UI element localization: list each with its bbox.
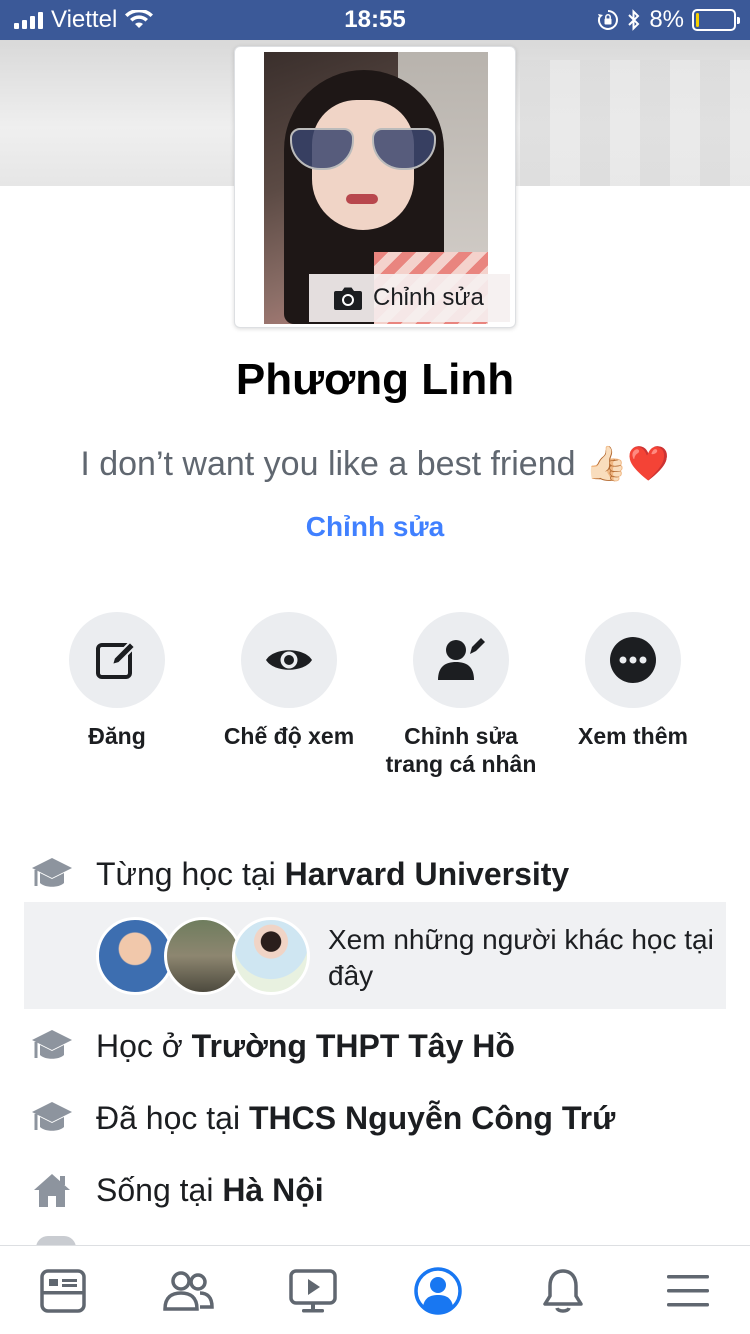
post-action[interactable]: Đăng	[32, 612, 202, 778]
edit-photo-label: Chỉnh sửa	[373, 284, 484, 311]
battery-icon	[692, 9, 740, 31]
view-as-label: Chế độ xem	[223, 723, 355, 749]
info-row-thpt[interactable]: Học ở Trường THPT Tây Hồ	[30, 1026, 515, 1066]
news-feed-icon	[39, 1269, 86, 1313]
edit-profile-action[interactable]: Chỉnh sửa trang cá nhân	[376, 612, 546, 778]
graduation-cap-icon	[30, 854, 74, 894]
info-lives-value[interactable]: Hà Nội	[222, 1172, 323, 1209]
avatar	[96, 917, 174, 995]
eye-icon	[266, 650, 312, 670]
avatar	[232, 917, 310, 995]
profile-actions: Đăng Chế độ xem Chỉnh sửa trang cá nhân	[32, 612, 718, 778]
edit-bio-link[interactable]: Chỉnh sửa	[0, 511, 750, 543]
nav-news-feed[interactable]	[23, 1256, 103, 1326]
info-row-lives[interactable]: Sống tại Hà Nội	[30, 1170, 324, 1210]
bluetooth-icon	[628, 9, 640, 31]
battery-fill	[696, 13, 699, 27]
wifi-icon	[125, 10, 154, 28]
watch-icon	[288, 1269, 337, 1313]
notifications-icon	[542, 1269, 583, 1313]
menu-icon	[666, 1275, 709, 1307]
status-left: Viettel	[14, 6, 154, 34]
carrier-label: Viettel	[51, 6, 118, 33]
status-right: 8%	[597, 6, 740, 34]
info-row-thcs[interactable]: Đã học tại THCS Nguyễn Công Trứ	[30, 1098, 615, 1138]
compose-icon	[96, 640, 137, 679]
classmate-avatars	[96, 917, 316, 997]
rotation-lock-icon	[598, 10, 619, 30]
view-as-action[interactable]: Chế độ xem	[204, 612, 374, 778]
nav-watch[interactable]	[273, 1256, 353, 1326]
info-harvard-value[interactable]: Harvard University	[285, 856, 570, 893]
avatar	[164, 917, 242, 995]
info-lives-prefix: Sống tại	[96, 1171, 223, 1208]
see-more-label: Xem thêm	[578, 723, 688, 749]
see-classmates-text[interactable]: Xem những người khác học tại đây	[328, 922, 718, 994]
battery-percent: 8%	[649, 6, 684, 33]
classmates-card[interactable]: Xem những người khác học tại đây	[24, 902, 726, 1009]
post-label: Đăng	[88, 723, 146, 749]
edit-profile-button[interactable]	[413, 612, 509, 708]
nav-notifications[interactable]	[523, 1256, 603, 1326]
info-harvard-prefix: Từng học tại	[96, 855, 285, 892]
friends-icon	[162, 1271, 214, 1311]
profile-icon	[413, 1267, 462, 1315]
camera-icon	[334, 287, 362, 310]
edit-profile-photo-button[interactable]: Chỉnh sửa	[309, 274, 510, 322]
nav-menu[interactable]	[648, 1256, 728, 1326]
info-thcs-prefix: Đã học tại	[96, 1099, 249, 1136]
info-thpt-prefix: Học ở	[96, 1027, 192, 1064]
more-icon	[610, 637, 656, 683]
see-more-button[interactable]	[585, 612, 681, 708]
graduation-cap-icon	[30, 1026, 74, 1066]
see-more-action[interactable]: Xem thêm	[548, 612, 718, 778]
info-thcs-value[interactable]: THCS Nguyễn Công Trứ	[249, 1100, 615, 1137]
graduation-cap-icon	[30, 1098, 74, 1138]
profile-name: Phương Linh	[235, 355, 515, 404]
home-icon	[30, 1170, 74, 1210]
info-thpt-value[interactable]: Trường THPT Tây Hồ	[192, 1028, 515, 1065]
profile-bio: I don’t want you like a best friend 👍🏻❤️	[80, 445, 670, 483]
edit-profile-icon	[438, 638, 485, 680]
edit-profile-label: Chỉnh sửa trang cá nhân	[385, 723, 537, 777]
info-row-harvard[interactable]: Từng học tại Harvard University	[30, 854, 569, 894]
status-bar: Viettel 18:55 8%	[0, 0, 750, 40]
signal-icon	[14, 11, 43, 29]
nav-friends[interactable]	[148, 1256, 228, 1326]
view-as-button[interactable]	[241, 612, 337, 708]
bottom-nav	[0, 1245, 750, 1334]
nav-profile[interactable]	[398, 1256, 478, 1326]
post-button[interactable]	[69, 612, 165, 708]
